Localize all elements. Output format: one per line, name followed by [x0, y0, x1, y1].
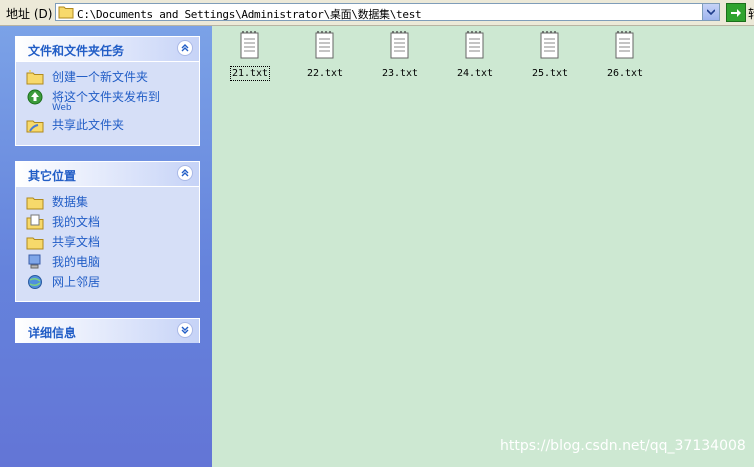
place-label: 数据集: [52, 195, 89, 209]
file-name: 22.txt: [306, 68, 344, 79]
place-network-places[interactable]: 网上邻居: [16, 273, 199, 293]
file-item[interactable]: 22.txt: [295, 30, 355, 85]
task-pane: 文件和文件夹任务 创建一个新文件夹 将这个文件夹发布到 Web 共享此文件夹 其…: [0, 26, 212, 467]
file-name-wrap: 24.txt: [445, 68, 505, 79]
task-share-folder[interactable]: 共享此文件夹: [16, 116, 199, 136]
place-label: 网上邻居: [52, 275, 101, 289]
publish-web-icon: [27, 89, 43, 105]
file-name: 24.txt: [456, 68, 494, 79]
panel-title: 详细信息: [28, 326, 77, 340]
my-computer-icon: [28, 254, 41, 269]
shared-documents-icon: [26, 237, 44, 250]
task-publish-web[interactable]: 将这个文件夹发布到 Web: [16, 88, 199, 116]
text-file-icon: [540, 31, 559, 59]
chevron-down-icon: [707, 9, 715, 15]
place-my-computer[interactable]: 我的电脑: [16, 253, 199, 273]
file-folder-tasks-panel: 文件和文件夹任务 创建一个新文件夹 将这个文件夹发布到 Web 共享此文件夹: [15, 36, 200, 146]
double-chevron-down-icon: [181, 326, 189, 334]
double-chevron-up-icon: [181, 44, 189, 52]
task-label: 共享此文件夹: [52, 118, 125, 132]
file-name-wrap: 26.txt: [595, 68, 655, 79]
file-name-wrap: 22.txt: [295, 68, 355, 79]
network-places-icon: [28, 275, 42, 289]
file-name: 25.txt: [531, 68, 569, 79]
place-my-documents[interactable]: 我的文档: [16, 213, 199, 233]
watermark: https://blog.csdn.net/qq_37134008: [500, 438, 746, 454]
text-file-icon: [240, 31, 259, 59]
double-chevron-up-icon: [181, 169, 189, 177]
file-list-view[interactable]: 21.txt 22.txt 23.txt 24.txt 25.txt 26.tx…: [212, 26, 754, 467]
file-name: 23.txt: [381, 68, 419, 79]
my-documents-icon: [26, 214, 44, 230]
file-name-wrap: 23.txt: [370, 68, 430, 79]
text-file-icon: [615, 31, 634, 59]
address-bar: 地址 (D) C:\Documents and Settings\Adminis…: [0, 0, 754, 26]
place-label: 我的文档: [52, 215, 101, 229]
share-folder-icon: [26, 120, 44, 133]
go-label: 转: [748, 5, 754, 22]
place-label: 共享文档: [52, 235, 101, 249]
task-label: 将这个文件夹发布到: [52, 90, 161, 104]
folder-icon: [26, 197, 44, 210]
folder-icon: [58, 6, 74, 19]
file-name: 21.txt: [229, 66, 271, 81]
text-file-icon: [315, 31, 334, 59]
new-folder-icon: [26, 70, 44, 85]
address-input[interactable]: C:\Documents and Settings\Administrator\…: [55, 3, 720, 21]
file-item[interactable]: 23.txt: [370, 30, 430, 85]
arrow-right-icon: [731, 8, 741, 17]
address-dropdown-button[interactable]: [702, 4, 719, 20]
details-panel: 详细信息: [15, 318, 200, 343]
file-item[interactable]: 24.txt: [445, 30, 505, 85]
address-path: C:\Documents and Settings\Administrator\…: [77, 8, 422, 21]
file-name-wrap: 21.txt: [220, 66, 280, 81]
file-item[interactable]: 21.txt: [220, 30, 280, 85]
file-name: 26.txt: [606, 68, 644, 79]
collapse-button[interactable]: [177, 40, 193, 56]
place-shared-documents[interactable]: 共享文档: [16, 233, 199, 253]
task-label-wrap: 将这个文件夹发布到 Web: [52, 90, 160, 113]
text-file-icon: [390, 31, 409, 59]
task-label-line2: Web: [52, 103, 72, 113]
collapse-button[interactable]: [177, 165, 193, 181]
file-name-wrap: 25.txt: [520, 68, 580, 79]
task-new-folder[interactable]: 创建一个新文件夹: [16, 68, 199, 88]
place-dataset-folder[interactable]: 数据集: [16, 193, 199, 213]
panel-title: 文件和文件夹任务: [28, 44, 125, 58]
panel-header[interactable]: 其它位置: [16, 162, 199, 187]
place-label: 我的电脑: [52, 255, 101, 269]
other-places-panel: 其它位置 数据集 我的文档 共享文档 我的电脑 网上邻居: [15, 161, 200, 302]
expand-button[interactable]: [177, 322, 193, 338]
file-item[interactable]: 26.txt: [595, 30, 655, 85]
panel-header[interactable]: 文件和文件夹任务: [16, 37, 199, 62]
address-label: 地址 (D): [6, 7, 53, 21]
file-item[interactable]: 25.txt: [520, 30, 580, 85]
panel-title: 其它位置: [28, 169, 77, 183]
go-button[interactable]: [726, 3, 746, 22]
panel-header[interactable]: 详细信息: [16, 319, 199, 343]
text-file-icon: [465, 31, 484, 59]
task-label: 创建一个新文件夹: [52, 70, 149, 84]
